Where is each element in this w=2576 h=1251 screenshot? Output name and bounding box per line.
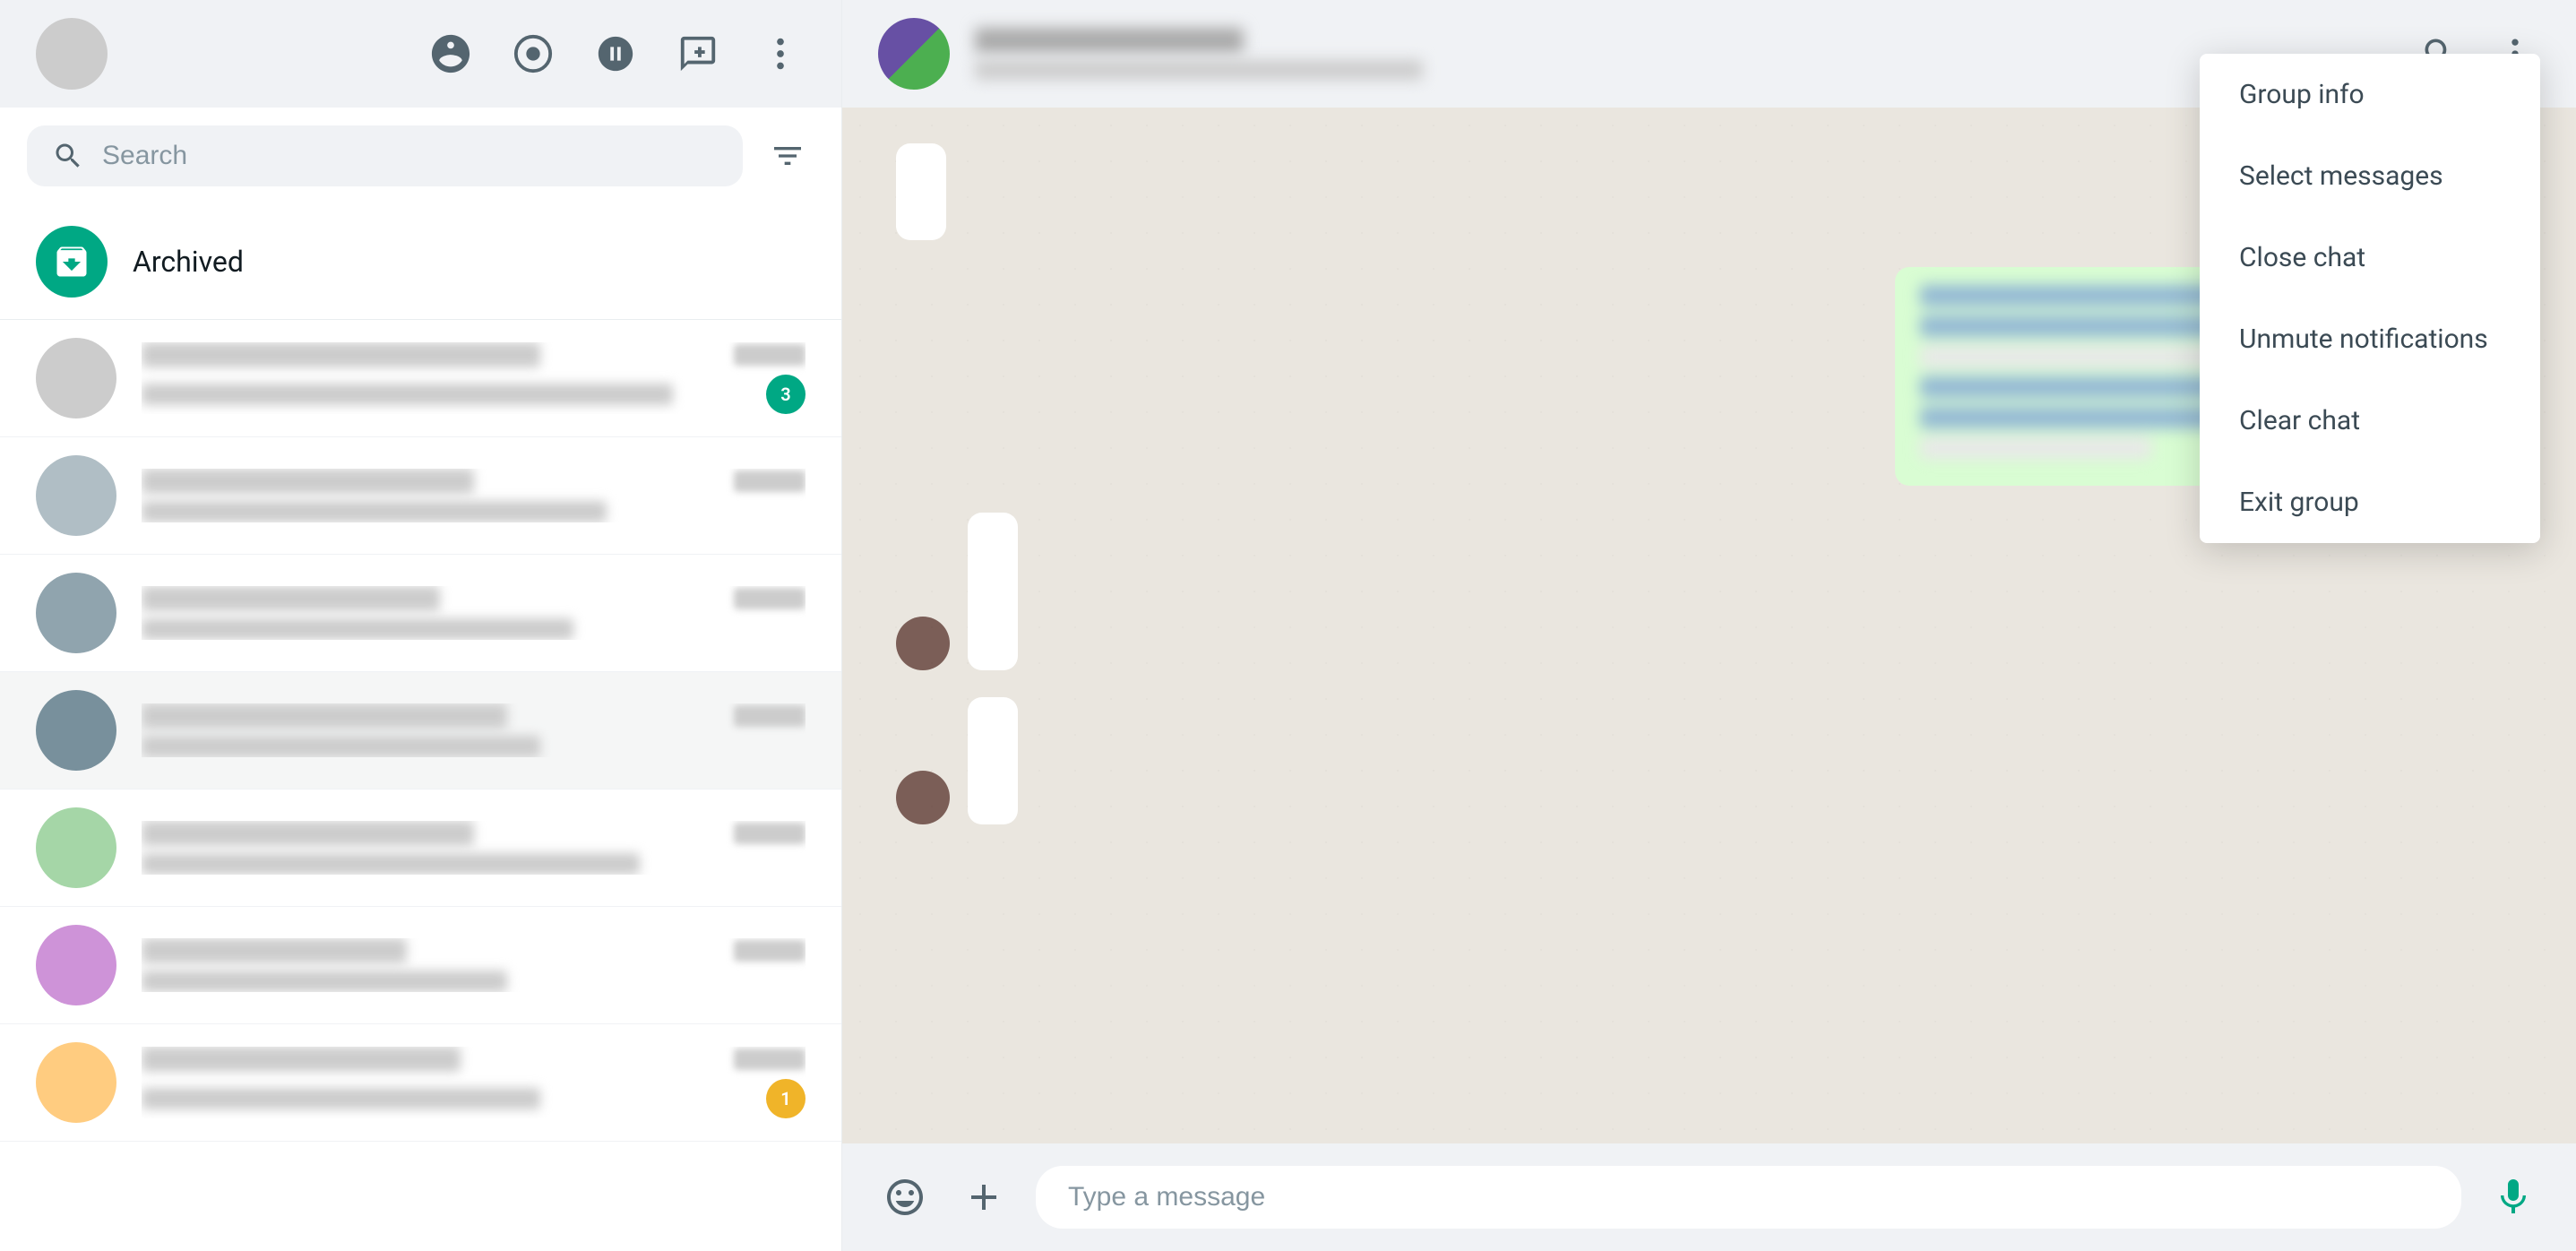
chat-item[interactable] [0,907,841,1024]
close-chat-item[interactable]: Close chat [2200,217,2540,298]
message-row [896,697,1018,824]
chat-area: Group info Select messages Close chat Un… [842,0,2576,1251]
archived-icon [36,226,108,298]
chat-footer [842,1143,2576,1251]
chat-time [734,588,806,609]
search-input[interactable] [102,141,718,171]
chat-content [142,938,806,992]
more-options-icon[interactable] [755,29,806,79]
chat-preview [142,736,540,757]
channels-icon[interactable] [590,29,641,79]
archived-row[interactable]: Archived [0,204,841,320]
message-avatar [896,617,950,670]
chat-avatar [36,925,116,1005]
chat-avatar [36,690,116,771]
chat-item[interactable] [0,672,841,789]
chat-time [734,705,806,727]
clear-chat-item[interactable]: Clear chat [2200,380,2540,462]
chat-item[interactable]: 3 [0,320,841,437]
chat-content [142,586,806,640]
chat-preview [142,1088,540,1109]
chat-content [142,821,806,875]
archived-label: Archived [133,245,244,279]
chat-content [142,469,806,522]
chat-content [142,703,806,757]
chat-item[interactable] [0,789,841,907]
chat-avatar [36,455,116,536]
exit-group-item[interactable]: Exit group [2200,462,2540,543]
message-bubble [968,697,1018,824]
chat-content: 3 [142,342,806,414]
sidebar-header [0,0,841,108]
user-avatar[interactable] [36,18,108,90]
chat-badge: 1 [766,1079,806,1118]
message-avatar [896,771,950,824]
chat-header-avatar[interactable] [878,18,950,90]
chat-preview [142,618,573,640]
chat-time [734,823,806,844]
chat-time [734,1048,806,1070]
community-icon[interactable] [426,29,476,79]
chat-name [142,342,540,367]
sidebar: Archived 3 [0,0,842,1251]
chat-name [142,703,507,729]
message-bubble [968,513,1018,670]
chat-header-info [975,28,2390,80]
sidebar-header-icons [426,29,806,79]
chat-name [142,469,474,494]
chat-preview [142,853,640,875]
message-row [896,143,946,240]
chat-badge: 3 [766,375,806,414]
chat-name [142,821,474,846]
message-input-wrapper[interactable] [1036,1166,2461,1229]
message-bubble [896,143,946,240]
chat-time [734,344,806,366]
message-input[interactable] [1068,1182,2429,1212]
chat-preview [142,971,507,992]
message-row [896,513,1018,670]
chat-name [142,586,440,611]
chat-avatar [36,807,116,888]
status-icon[interactable] [508,29,558,79]
filter-button[interactable] [761,129,814,183]
chat-time [734,940,806,962]
dropdown-menu: Group info Select messages Close chat Un… [2200,54,2540,543]
chat-list: 3 [0,320,841,1251]
chat-avatar [36,573,116,653]
chat-name [142,938,407,963]
search-icon [52,140,84,172]
chat-header-subtitle [975,60,1423,80]
chat-item[interactable] [0,437,841,555]
chat-content: 1 [142,1047,806,1118]
new-chat-icon[interactable] [673,29,723,79]
mic-button[interactable] [2486,1170,2540,1224]
chat-avatar [36,338,116,418]
emoji-button[interactable] [878,1170,932,1224]
chat-avatar [36,1042,116,1123]
group-info-item[interactable]: Group info [2200,54,2540,135]
chat-header-name [975,28,1244,53]
chat-time [734,470,806,492]
search-input-wrapper[interactable] [27,125,743,186]
search-bar [0,108,841,204]
chat-preview [142,501,607,522]
select-messages-item[interactable]: Select messages [2200,135,2540,217]
chat-item[interactable] [0,555,841,672]
chat-name [142,1047,461,1072]
chat-item[interactable]: 1 [0,1024,841,1142]
chat-preview [142,384,673,405]
unmute-notifications-item[interactable]: Unmute notifications [2200,298,2540,380]
attach-button[interactable] [957,1170,1011,1224]
